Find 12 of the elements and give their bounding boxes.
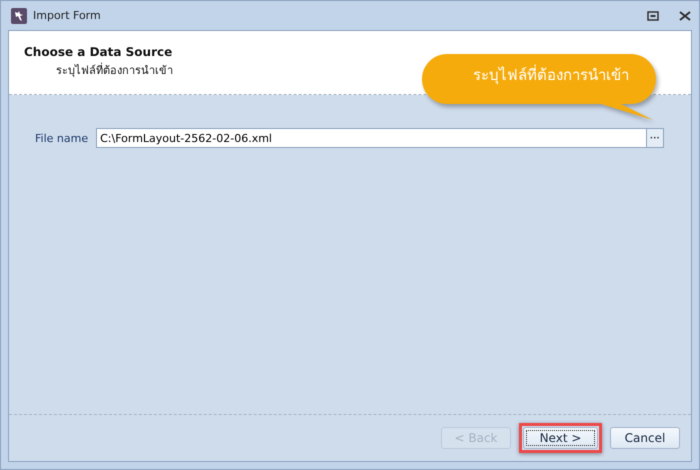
field-label: File name	[35, 132, 88, 144]
callout-text: ระบุไฟล์ที่ต้องการนำเข้า	[473, 64, 629, 86]
close-icon[interactable]	[679, 10, 691, 20]
window-title: Import Form	[33, 9, 101, 22]
page-title: Choose a Data Source	[24, 45, 174, 59]
app-icon	[11, 8, 27, 24]
browse-button[interactable]: ···	[647, 128, 664, 148]
wizard-button[interactable]: Next >	[523, 427, 598, 449]
restore-icon[interactable]	[647, 10, 659, 20]
wizard-button[interactable]: Cancel	[610, 427, 680, 449]
file-name-field[interactable]: C:\FormLayout-2562-02-06.xml	[96, 128, 647, 148]
page-subtitle: ระบุไฟล์ที่ต้องการนำเข้า	[56, 62, 173, 79]
